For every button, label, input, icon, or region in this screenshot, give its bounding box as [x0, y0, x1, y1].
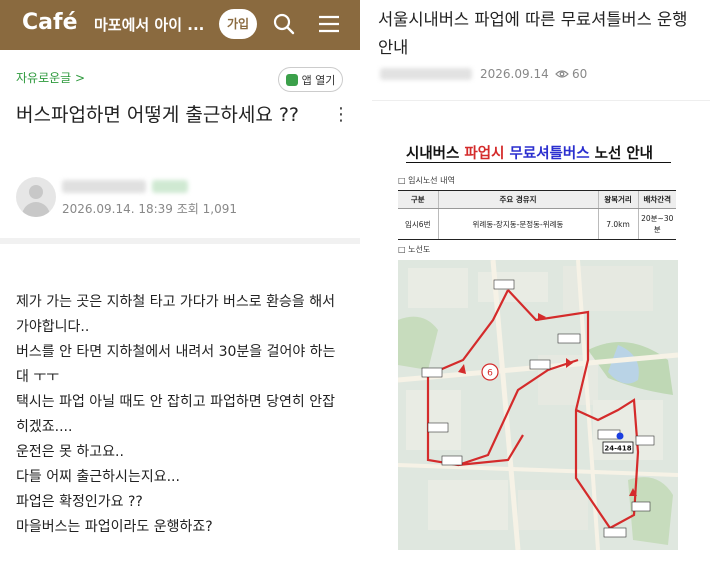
table-cell: 위례동-장지동-문정동-위례동 [437, 208, 598, 240]
cafe-topbar: Café 마포에서 아이 ... 가입 [0, 0, 360, 50]
app-icon [285, 73, 298, 86]
avatar[interactable] [16, 177, 56, 217]
body-line: 마을버스는 파업이라도 운행하죠? [16, 519, 213, 535]
table-cell: 20분~30분 [637, 208, 676, 240]
app-open-button[interactable]: 앱 열기 [278, 67, 343, 92]
table-header: 배차간격 [637, 190, 676, 209]
notice-title-underline [406, 162, 671, 163]
body-line: 제가 가는 곳은 지하철 타고 가다가 버스로 환승을 해서 가야합니다.. [16, 294, 340, 335]
header-divider [372, 100, 710, 101]
eye-icon [555, 70, 569, 78]
table-cell: 임시6번 [398, 208, 438, 240]
cafe-logo[interactable]: Café [22, 10, 77, 35]
highlight-stop-label: 24-418 [604, 445, 631, 453]
app-open-label: 앱 열기 [301, 73, 336, 87]
table-row: 임시6번 위례동-장지동-문정동-위례동 7.0km 20분~30분 [398, 208, 676, 240]
notice-title-part: 시내버스 [406, 146, 465, 162]
section-divider [0, 238, 360, 244]
cafe-post-panel: Café 마포에서 아이 ... 가입 자유로운글 > 앱 열기 버스파업하면 … [0, 0, 360, 562]
member-level-blurred [152, 180, 188, 193]
route-number-label: 6 [487, 369, 493, 379]
notice-title-shuttle-word: 무료셔틀버스 [509, 146, 590, 162]
body-line: 택시는 파업 아닐 때도 안 잡히고 파업하면 당연히 안잡히겠죠.... [16, 394, 335, 435]
view-count-value: 60 [572, 67, 588, 81]
body-line: 운전은 못 하고요.. [16, 444, 124, 460]
cafe-name[interactable]: 마포에서 아이 ... [94, 14, 204, 35]
table-header: 주요 경유지 [437, 190, 598, 209]
notice-image-title: 시내버스 파업시 무료셔틀버스 노선 안내 [406, 142, 653, 163]
table-header: 구분 [398, 190, 438, 209]
route-map[interactable]: 24-418 6 [398, 260, 678, 550]
author-name-blurred[interactable] [380, 68, 472, 80]
table-header: 왕복거리 [597, 190, 638, 209]
notice-title-part: 노선 안내 [589, 146, 654, 162]
body-line: 다들 어찌 출근하시는지요... [16, 469, 180, 485]
post-date: 2026.09.14 [480, 67, 549, 81]
panel-separator [360, 0, 372, 562]
post-meta: 2026.09.14. 18:39 조회 1,091 [62, 202, 237, 216]
body-line: 버스를 안 타면 지하철에서 내려서 30분을 걸어야 하는대 ㅜㅜ [16, 344, 336, 385]
author-name-blurred[interactable] [62, 180, 146, 193]
join-button[interactable]: 가입 [219, 9, 257, 39]
body-line: 파업은 확정인가요 ?? [16, 494, 143, 510]
search-icon[interactable] [272, 12, 296, 36]
route-table: 구분 주요 경유지 왕복거리 배차간격 임시6번 위례동-장지동-문정동-위례동… [398, 190, 676, 240]
view-count: 60 [555, 67, 587, 81]
section-label-map: □ 노선도 [398, 245, 431, 254]
notice-post-title: 서울시내버스 파업에 따른 무료셔틀버스 운행 안내 [378, 10, 688, 57]
notice-post-panel: 서울시내버스 파업에 따른 무료셔틀버스 운행 안내 2026.09.14 60… [372, 0, 710, 562]
section-label-route: □ 임시노선 내역 [398, 176, 455, 185]
menu-icon[interactable] [318, 14, 340, 34]
table-cell: 7.0km [597, 208, 638, 240]
kebab-icon[interactable]: ⋮ [332, 104, 350, 125]
post-title: 버스파업하면 어떻게 출근하세요 ?? [16, 104, 300, 126]
post-body: 제가 가는 곳은 지하철 타고 가다가 버스로 환승을 해서 가야합니다.. 버… [16, 290, 346, 540]
notice-title-strike-word: 파업시 [464, 146, 505, 162]
board-link[interactable]: 자유로운글 > [16, 69, 85, 86]
